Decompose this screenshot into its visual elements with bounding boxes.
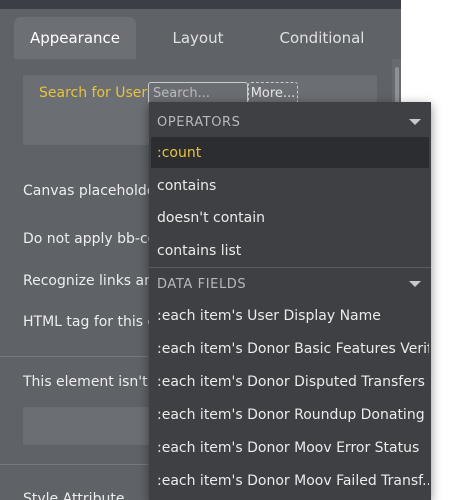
operator-item[interactable]: contains list: [151, 235, 429, 266]
data-field-item[interactable]: :each item's User Display Name: [151, 300, 429, 331]
top-bar: [0, 0, 401, 9]
search-label: Search for Users: [39, 85, 155, 101]
canvas-placeholder-label: Canvas placeholder: [23, 183, 162, 199]
data-field-item[interactable]: :each item's Donor Moov Failed Transf...: [151, 465, 429, 496]
tab-layout[interactable]: Layout: [150, 17, 246, 59]
operators-header-label: OPERATORS: [157, 114, 241, 130]
style-attribute-label: Style Attribute: [23, 491, 125, 500]
caret-down-icon[interactable]: [409, 119, 421, 125]
data-field-item[interactable]: :each item's Donor Roundup Donating ...: [151, 399, 429, 430]
operator-item[interactable]: doesn't contain: [151, 202, 429, 233]
data-field-item[interactable]: :each item's Donor Disputed Transfers: [151, 366, 429, 397]
search-input[interactable]: [148, 82, 248, 104]
data-field-item[interactable]: :each item's Donor Moov Error Status: [151, 432, 429, 463]
more-button[interactable]: More...: [248, 82, 298, 104]
dropdown-separator: [149, 267, 431, 268]
operator-item[interactable]: contains: [151, 170, 429, 201]
tab-appearance[interactable]: Appearance: [14, 17, 136, 59]
operators-header[interactable]: OPERATORS: [149, 108, 431, 136]
operator-dropdown: OPERATORS :count contains doesn't contai…: [149, 102, 431, 500]
caret-down-icon[interactable]: [409, 281, 421, 287]
operator-item[interactable]: :count: [151, 137, 429, 168]
html-tag-label: HTML tag for this e: [23, 314, 157, 330]
data-fields-header-label: DATA FIELDS: [157, 276, 247, 292]
bbcode-label: Do not apply bb-co: [23, 231, 157, 247]
recognize-links-label: Recognize links and: [23, 273, 162, 289]
data-field-item[interactable]: :each item's Donor Basic Features Verif.…: [151, 333, 429, 364]
not-clickable-label: This element isn't c: [23, 374, 160, 390]
tab-conditional[interactable]: Conditional: [262, 17, 382, 59]
data-fields-header[interactable]: DATA FIELDS: [149, 270, 431, 298]
